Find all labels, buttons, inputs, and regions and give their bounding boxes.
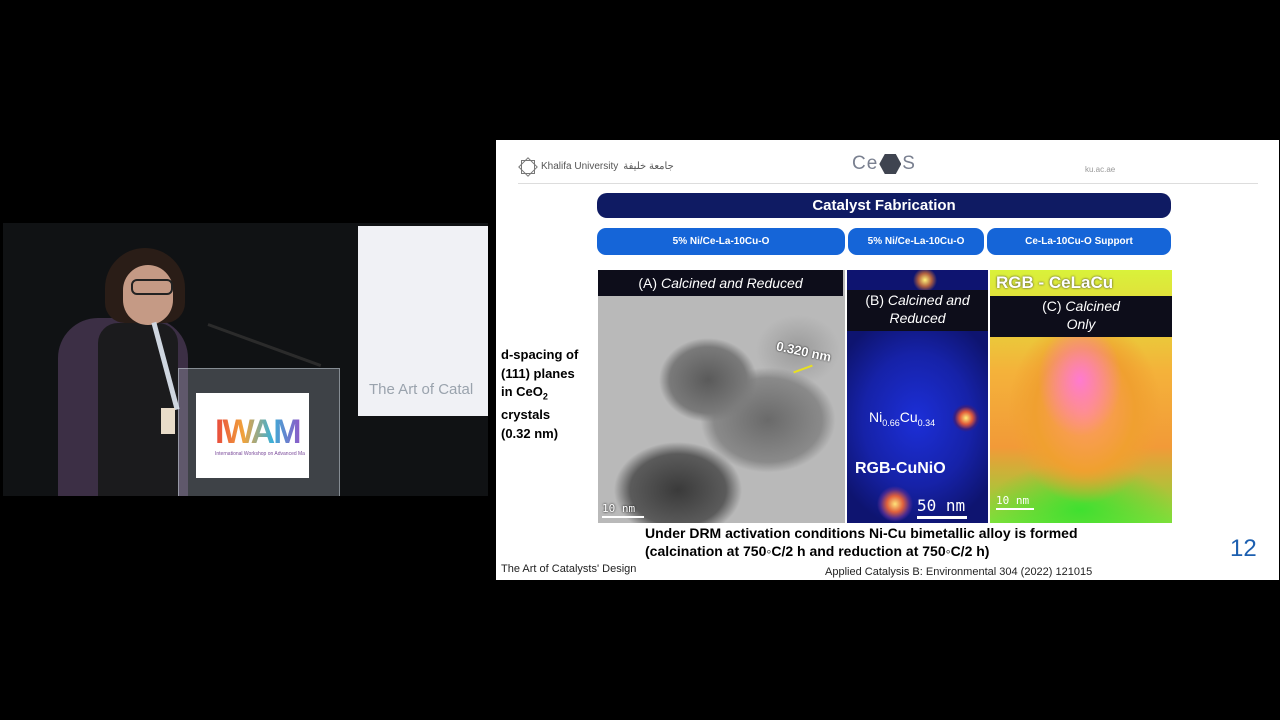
speaker-face: [123, 265, 173, 325]
note-ceo: in CeO: [501, 384, 543, 399]
university-url: ku.ac.ae: [1085, 165, 1116, 174]
formula-ni: Ni: [869, 409, 883, 425]
formula-cu-sub: 0.34: [917, 417, 936, 428]
panel-b-title: Calcined and: [887, 292, 970, 308]
microphone-icon: [207, 323, 322, 367]
name-badge: [161, 408, 175, 434]
hexagon-icon: [879, 153, 902, 174]
pill-c: Ce-La-10Cu-O Support: [987, 228, 1171, 255]
scale-bar-a: 10 nm: [602, 502, 644, 518]
scale-b-label: 50 nm: [917, 496, 966, 515]
eds-map-c: RGB - CeLaCu (C) Calcined Only 10 nm: [990, 270, 1172, 523]
panel-c-line1: (C) Calcined: [990, 297, 1172, 315]
panel-b-prefix: (B): [865, 292, 888, 308]
panel-c-prefix: (C): [1042, 298, 1066, 314]
section-banner: Catalyst Fabrication: [597, 193, 1171, 218]
university-name-arabic: جامعة خليفة: [623, 160, 674, 172]
note-line: crystals: [501, 407, 551, 423]
presentation-title: The Art of Catalysts' Design: [501, 563, 637, 575]
scale-bar-c: 10 nm: [996, 494, 1034, 510]
note-line: in CeO2: [501, 383, 596, 406]
ku-emblem-icon: [518, 157, 536, 175]
alloy-formula: Ni0.66Cu0.34: [869, 409, 935, 428]
slide-caption: Under DRM activation conditions Ni-Cu bi…: [645, 524, 1078, 560]
note-line: d-spacing of: [501, 347, 579, 362]
panel-c-label: (C) Calcined Only: [990, 296, 1172, 337]
center-logo-suffix: S: [902, 153, 916, 174]
tem-image-a: (A) Calcined and Reduced 0.320 nm 10 nm: [598, 270, 845, 523]
panel-b-line1: (B) Calcined and: [847, 291, 988, 309]
iwam-subtitle: International Workshop on Advanced Mater…: [215, 451, 305, 457]
university-name: Khalifa University: [541, 160, 619, 172]
caption-line-1: Under DRM activation conditions Ni-Cu bi…: [645, 525, 1078, 541]
panel-a-prefix: (A): [638, 275, 661, 291]
center-logo: CeS CA: [852, 153, 916, 175]
scale-a-bar: [602, 516, 644, 518]
presentation-slide: Khalifa University جامعة خليفة CeS CA ku…: [496, 140, 1279, 580]
glasses-icon: [131, 279, 173, 295]
eds-map-b: (B) Calcined and Reduced Ni0.66Cu0.34 RG…: [847, 270, 988, 523]
d-spacing-marker: [793, 364, 813, 374]
scale-a-label: 10 nm: [602, 502, 636, 515]
khalifa-university-logo: Khalifa University جامعة خليفة: [518, 157, 674, 175]
rgb-celacu-label: RGB - CeLaCu: [996, 273, 1114, 292]
pill-b: 5% Ni/Ce-La-10Cu-O: [848, 228, 984, 255]
note-line: (111) planes: [501, 365, 575, 381]
rgb-cunio-label: RGB-CuNiO: [855, 460, 946, 477]
panel-b-label: (B) Calcined and Reduced: [847, 290, 988, 331]
d-spacing-note: d-spacing of (111) planes in CeO2 crysta…: [501, 346, 596, 443]
scale-b-bar: [917, 516, 967, 519]
note-line: (0.32 nm): [501, 425, 559, 441]
formula-cu: Cu: [899, 409, 918, 425]
scale-c-label: 10 nm: [996, 494, 1030, 507]
panel-a-label: (A) Calcined and Reduced: [598, 270, 843, 296]
reference-citation: Applied Catalysis B: Environmental 304 (…: [825, 566, 1093, 578]
scale-bar-b: 50 nm: [917, 496, 967, 519]
formula-ni-sub: 0.66: [882, 417, 900, 428]
panel-b-line2: Reduced: [889, 310, 946, 326]
pill-a: 5% Ni/Ce-La-10Cu-O: [597, 228, 845, 255]
speaker-video-feed: The Art of Catal IWAM International Work…: [3, 223, 488, 496]
scale-c-bar: [996, 508, 1034, 510]
slide-number: 12: [1230, 535, 1257, 562]
panel-c-line2: Only: [1066, 316, 1096, 332]
caption-line-2: (calcination at 750◦C/2 h and reduction …: [645, 543, 990, 559]
note-subscript: 2: [542, 391, 548, 402]
panel-a-title: Calcined and Reduced: [660, 275, 803, 291]
center-logo-prefix: Ce: [852, 153, 879, 174]
panel-c-title: Calcined: [1065, 298, 1120, 314]
header-divider: [518, 183, 1258, 184]
projector-text: The Art of Catal: [369, 381, 474, 398]
iwam-logo: IWAM: [215, 413, 302, 451]
d-spacing-label: 0.320 nm: [775, 338, 833, 365]
